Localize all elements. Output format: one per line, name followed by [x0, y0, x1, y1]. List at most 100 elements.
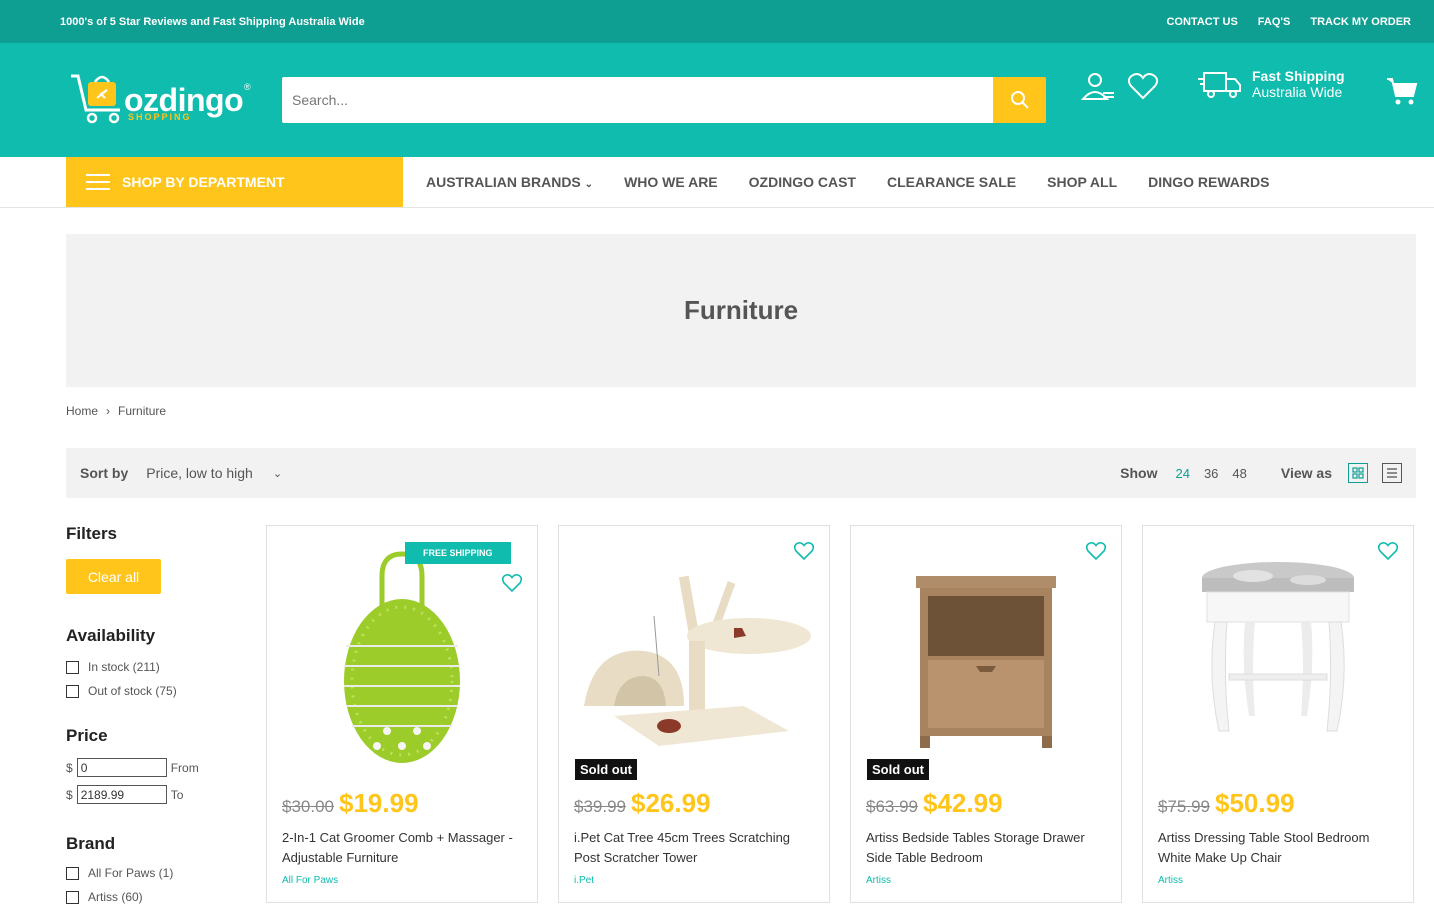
product-title[interactable]: i.Pet Cat Tree 45cm Trees Scratching Pos… — [574, 828, 814, 868]
product-card[interactable]: Sold out $39.99 $26.99 i.Pet Cat Tree 45… — [558, 525, 830, 903]
show-48-option[interactable]: 48 — [1232, 466, 1246, 481]
price-filter: Price $ From $ To — [66, 726, 246, 804]
wishlist-button[interactable] — [1127, 72, 1159, 105]
grid-view-button[interactable] — [1348, 463, 1368, 483]
sale-price: $50.99 — [1215, 788, 1295, 818]
show-24-option[interactable]: 24 — [1175, 466, 1189, 481]
sort-select[interactable]: Price, low to high ⌄ — [146, 465, 282, 481]
cat-groomer-comb-image — [344, 551, 460, 763]
account-button[interactable] — [1080, 71, 1116, 108]
product-title[interactable]: Artiss Bedside Tables Storage Drawer Sid… — [866, 828, 1106, 868]
shop-by-department-button[interactable]: SHOP BY DEPARTMENT — [66, 157, 403, 207]
nav-australian-brands[interactable]: AUSTRALIAN BRANDS ⌄ — [426, 174, 593, 190]
nav-dingo-rewards[interactable]: DINGO REWARDS — [1148, 174, 1269, 190]
shipping-title: Fast Shipping — [1252, 68, 1345, 84]
product-image[interactable] — [1155, 546, 1401, 766]
product-prices: $63.99 $42.99 — [866, 788, 1003, 819]
checkbox-box — [66, 684, 79, 698]
product-title[interactable]: 2-In-1 Cat Groomer Comb + Massager - Adj… — [282, 828, 522, 868]
heart-icon — [793, 542, 815, 561]
site-logo[interactable]: ozdingo ® SHOPPING — [68, 70, 258, 130]
cat-tree-image — [584, 575, 811, 746]
nav-clearance-sale[interactable]: CLEARANCE SALE — [887, 174, 1016, 190]
breadcrumb-home[interactable]: Home — [66, 404, 98, 418]
product-brand[interactable]: All For Paws — [282, 875, 338, 886]
in-stock-checkbox[interactable]: In stock (211) — [66, 660, 246, 674]
price-to-input[interactable] — [76, 785, 167, 804]
cart-button[interactable] — [1386, 76, 1418, 111]
search-input[interactable] — [282, 77, 993, 123]
price-to-row: $ To — [66, 785, 246, 804]
show-36-option[interactable]: 36 — [1204, 466, 1218, 481]
cart-logo-icon — [71, 74, 120, 124]
clear-all-button[interactable]: Clear all — [66, 559, 161, 594]
product-brand[interactable]: i.Pet — [574, 875, 594, 886]
logo-subtext: SHOPPING — [128, 112, 192, 122]
nav-ozdingo-cast[interactable]: OZDINGO CAST — [749, 174, 856, 190]
show-label: Show — [1120, 465, 1158, 481]
top-links: CONTACT US FAQ'S TRACK MY ORDER — [1166, 16, 1411, 28]
product-card[interactable]: $75.99 $50.99 Artiss Dressing Table Stoo… — [1142, 525, 1414, 903]
product-image[interactable] — [863, 546, 1109, 766]
wishlist-toggle[interactable] — [1377, 541, 1399, 566]
wishlist-toggle[interactable] — [1085, 541, 1107, 566]
in-stock-label: In stock (211) — [88, 660, 160, 674]
heart-icon — [501, 574, 523, 593]
product-prices: $30.00 $19.99 — [282, 788, 419, 819]
heart-icon — [1127, 73, 1159, 100]
product-card[interactable]: FREE SHIPPING $30.00 $19.99 2-In-1 Cat G… — [266, 525, 538, 903]
checkbox-box — [66, 866, 79, 880]
nav-who-we-are[interactable]: WHO WE ARE — [624, 174, 718, 190]
price-title: Price — [66, 726, 108, 745]
main-navigation: SHOP BY DEPARTMENT AUSTRALIAN BRANDS ⌄ W… — [0, 157, 1434, 208]
product-title[interactable]: Artiss Dressing Table Stool Bedroom Whit… — [1158, 828, 1398, 868]
availability-filter: Availability In stock (211) Out of stock… — [66, 626, 246, 698]
sale-price: $42.99 — [923, 788, 1003, 818]
brand-all-for-paws-checkbox[interactable]: All For Paws (1) — [66, 866, 246, 880]
brand-filter: Brand All For Paws (1) Artiss (60) — [66, 834, 246, 904]
product-brand[interactable]: Artiss — [866, 875, 891, 886]
price-from-label: From — [170, 760, 199, 775]
currency-symbol: $ — [66, 787, 73, 802]
out-of-stock-label: Out of stock (75) — [88, 684, 177, 698]
wishlist-toggle[interactable] — [793, 541, 815, 566]
brand-title: Brand — [66, 834, 116, 853]
breadcrumb-separator-icon: › — [106, 404, 111, 418]
nav-shop-all[interactable]: SHOP ALL — [1047, 174, 1117, 190]
bedside-table-image — [916, 576, 1056, 748]
sort-label: Sort by — [80, 465, 129, 481]
product-brand[interactable]: Artiss — [1158, 875, 1183, 886]
product-card[interactable]: Sold out $63.99 $42.99 Artiss Bedside Ta… — [850, 525, 1122, 903]
hamburger-menu-icon — [86, 174, 110, 190]
compare-at-price: $30.00 — [282, 797, 334, 816]
fast-shipping-info: Fast Shipping Australia Wide — [1198, 68, 1345, 100]
search-bar — [282, 77, 1046, 123]
price-from-row: $ From — [66, 758, 246, 777]
heart-icon — [1085, 542, 1107, 561]
out-of-stock-checkbox[interactable]: Out of stock (75) — [66, 684, 246, 698]
free-shipping-badge: FREE SHIPPING — [405, 542, 511, 564]
chevron-down-icon: ⌄ — [584, 179, 594, 190]
delivery-truck-icon — [1198, 72, 1241, 98]
product-image[interactable] — [571, 546, 817, 766]
contact-us-link[interactable]: CONTACT US — [1166, 16, 1237, 28]
wishlist-toggle[interactable] — [501, 573, 523, 598]
price-from-input[interactable] — [76, 758, 167, 777]
registered-mark: ® — [244, 82, 251, 92]
cart-icon — [1387, 78, 1418, 105]
chevron-down-icon: ⌄ — [272, 467, 283, 480]
brand-all-for-paws-label: All For Paws (1) — [88, 866, 174, 880]
search-button[interactable] — [993, 77, 1046, 123]
checkbox-box — [66, 660, 79, 674]
nav-australian-brands-label: AUSTRALIAN BRANDS — [426, 174, 581, 190]
track-order-link[interactable]: TRACK MY ORDER — [1310, 16, 1411, 28]
heart-icon — [1377, 542, 1399, 561]
brand-artiss-checkbox[interactable]: Artiss (60) — [66, 890, 246, 904]
list-view-icon — [1387, 468, 1397, 478]
brand-artiss-label: Artiss (60) — [88, 890, 143, 904]
faqs-link[interactable]: FAQ'S — [1258, 16, 1291, 28]
product-image[interactable] — [279, 546, 525, 766]
list-view-button[interactable] — [1382, 463, 1402, 483]
filters-sidebar: Filters Clear all Availability In stock … — [66, 524, 246, 914]
collection-banner: Furniture — [66, 234, 1416, 387]
